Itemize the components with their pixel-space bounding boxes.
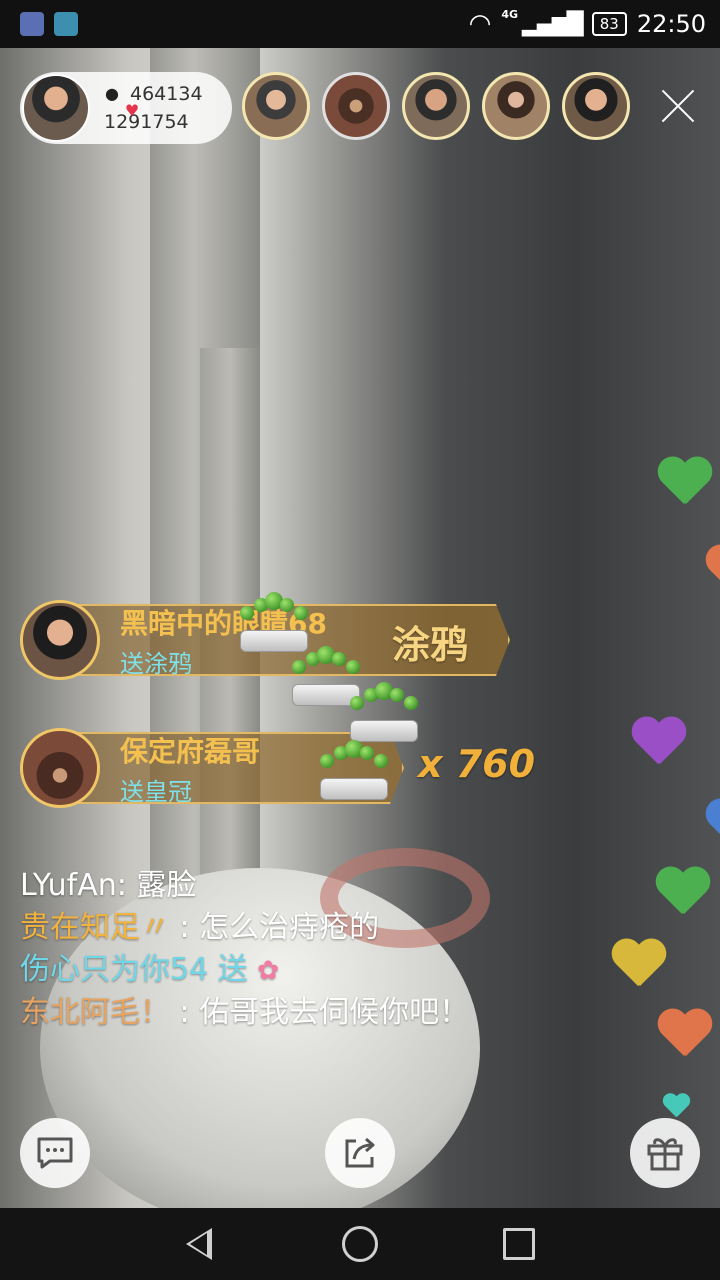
chat-separator: : xyxy=(116,868,137,903)
gift-sender-avatar[interactable] xyxy=(20,600,100,680)
floating-heart-icon xyxy=(654,868,710,918)
chat-button[interactable] xyxy=(20,1118,90,1188)
chat-message: 贵在知足〃 : 怎么治痔疮的 xyxy=(20,908,490,948)
clock: 22:50 xyxy=(636,10,706,38)
share-icon xyxy=(345,1137,375,1168)
chat-username[interactable]: LYufAn xyxy=(20,868,117,903)
anchor-info-card[interactable]: ● 464134 ♥ 1291754 xyxy=(20,72,232,144)
chat-username[interactable]: 伤心只为你54 xyxy=(20,952,208,987)
navigation-bar xyxy=(0,1208,720,1280)
chat-separator: : xyxy=(170,910,200,945)
gift-icon xyxy=(647,1138,683,1171)
gift-count: x 760 xyxy=(418,742,536,786)
floating-heart-icon xyxy=(704,546,720,596)
recent-apps-icon[interactable] xyxy=(503,1228,535,1260)
viewer-avatar[interactable] xyxy=(322,72,390,140)
chat-list: LYufAn: 露脸 贵在知足〃 : 怎么治痔疮的 伤心只为你54 送 ✿ 东北… xyxy=(20,866,490,1035)
gift-name: 涂鸦 xyxy=(392,623,469,667)
chat-text: 露脸 xyxy=(136,868,197,903)
floating-heart-icon xyxy=(656,458,712,508)
wifi-icon: ◠ xyxy=(468,9,492,39)
gift-action-text: 送涂鸦 xyxy=(120,650,192,678)
chat-bubble-icon xyxy=(37,1137,73,1169)
viewer-list[interactable] xyxy=(242,72,630,140)
floating-heart-icon xyxy=(704,800,720,850)
chat-separator: : xyxy=(170,995,200,1030)
chat-username[interactable]: 贵在知足〃 xyxy=(20,910,170,945)
network-type: 4G xyxy=(501,7,519,21)
gallery-app-icon xyxy=(54,12,78,36)
status-bar: ◠ 4G ▂▄▆█ 83 22:50 xyxy=(0,0,720,48)
chat-username[interactable]: 东北阿毛！ xyxy=(20,995,170,1030)
viewer-avatar[interactable] xyxy=(242,72,310,140)
chat-message: 伤心只为你54 送 ✿ xyxy=(20,950,490,991)
crown-gift-icon xyxy=(346,682,422,742)
chat-message: 东北阿毛！ : 佑哥我去伺候你吧！ xyxy=(20,993,490,1033)
crown-gift-icon xyxy=(316,740,392,800)
gift-sender-name: 保定府磊哥 xyxy=(120,735,261,768)
share-button[interactable] xyxy=(325,1118,395,1188)
chat-text: 怎么治痔疮的 xyxy=(199,910,380,945)
viewer-avatar[interactable] xyxy=(562,72,630,140)
viewer-avatar[interactable] xyxy=(402,72,470,140)
gift-button[interactable] xyxy=(630,1118,700,1188)
chat-message: LYufAn: 露脸 xyxy=(20,866,490,906)
close-icon[interactable] xyxy=(658,86,698,126)
anchor-avatar[interactable] xyxy=(22,74,90,142)
floating-heart-icon xyxy=(662,1094,690,1119)
chat-text: 佑哥我去伺候你吧！ xyxy=(199,995,470,1030)
back-icon[interactable] xyxy=(186,1228,212,1260)
crown-gift-icon xyxy=(236,592,312,652)
floating-heart-icon xyxy=(630,718,686,768)
health-app-icon xyxy=(20,12,44,36)
floating-heart-icon xyxy=(656,1010,712,1060)
heart-icon: ♥ xyxy=(124,101,140,120)
chat-text: 送 xyxy=(217,952,248,987)
signal-icon: ▂▄▆█ xyxy=(522,11,584,37)
floating-heart-icon xyxy=(610,940,666,990)
viewer-avatar[interactable] xyxy=(482,72,550,140)
gift-banner: 保定府磊哥 送皇冠 x 760 xyxy=(20,728,540,808)
gift-action-text: 送皇冠 xyxy=(120,778,192,806)
battery-indicator: 83 xyxy=(591,12,627,36)
gift-sender-avatar[interactable] xyxy=(20,728,100,808)
flower-icon: ✿ xyxy=(257,956,280,986)
chat-separator xyxy=(208,952,218,987)
home-icon[interactable] xyxy=(342,1226,378,1262)
